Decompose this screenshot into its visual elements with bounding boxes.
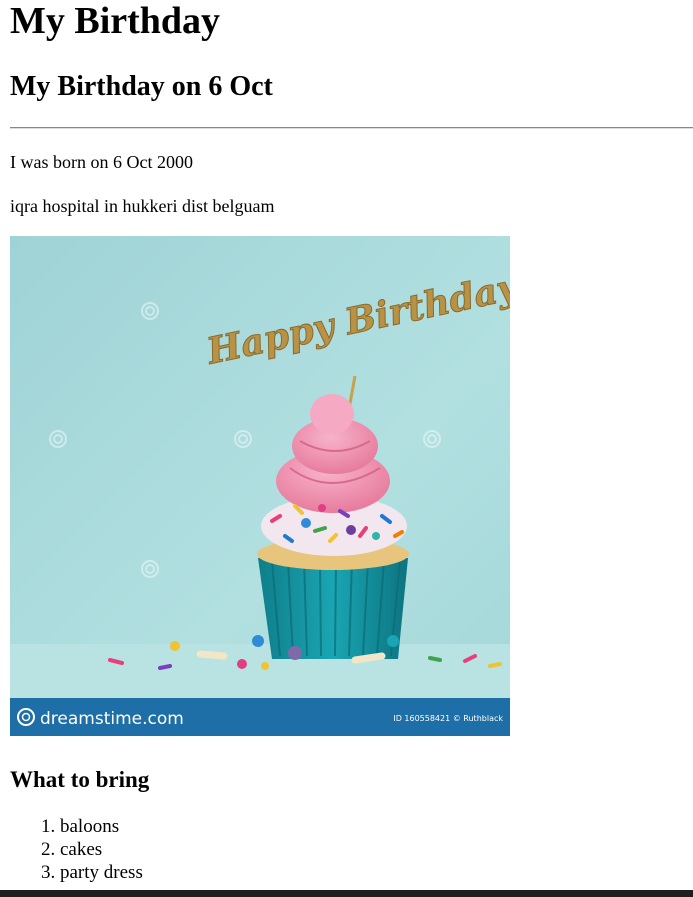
bring-list: baloons cakes party dress: [10, 815, 143, 884]
page-subtitle: My Birthday on 6 Oct: [10, 71, 273, 102]
bring-list-title: What to bring: [10, 767, 150, 792]
page-title: My Birthday: [10, 0, 221, 42]
bottom-bar: [0, 890, 693, 897]
birth-place-text: iqra hospital in hukkeri dist belguam: [10, 196, 275, 216]
list-item: baloons: [60, 815, 143, 838]
divider: [10, 127, 693, 129]
watermark-brand: dreamstime.com: [40, 709, 184, 729]
cupcake-cup: [258, 558, 408, 659]
birthday-cupcake-image: Happy Birthday dreamstime.com ID 1605584…: [10, 236, 510, 736]
list-item: cakes: [60, 838, 143, 861]
watermark-id: ID 160558421 © Ruthblack: [393, 714, 503, 723]
table-surface: [10, 644, 510, 699]
list-item: party dress: [60, 861, 143, 884]
birth-date-text: I was born on 6 Oct 2000: [10, 152, 193, 172]
